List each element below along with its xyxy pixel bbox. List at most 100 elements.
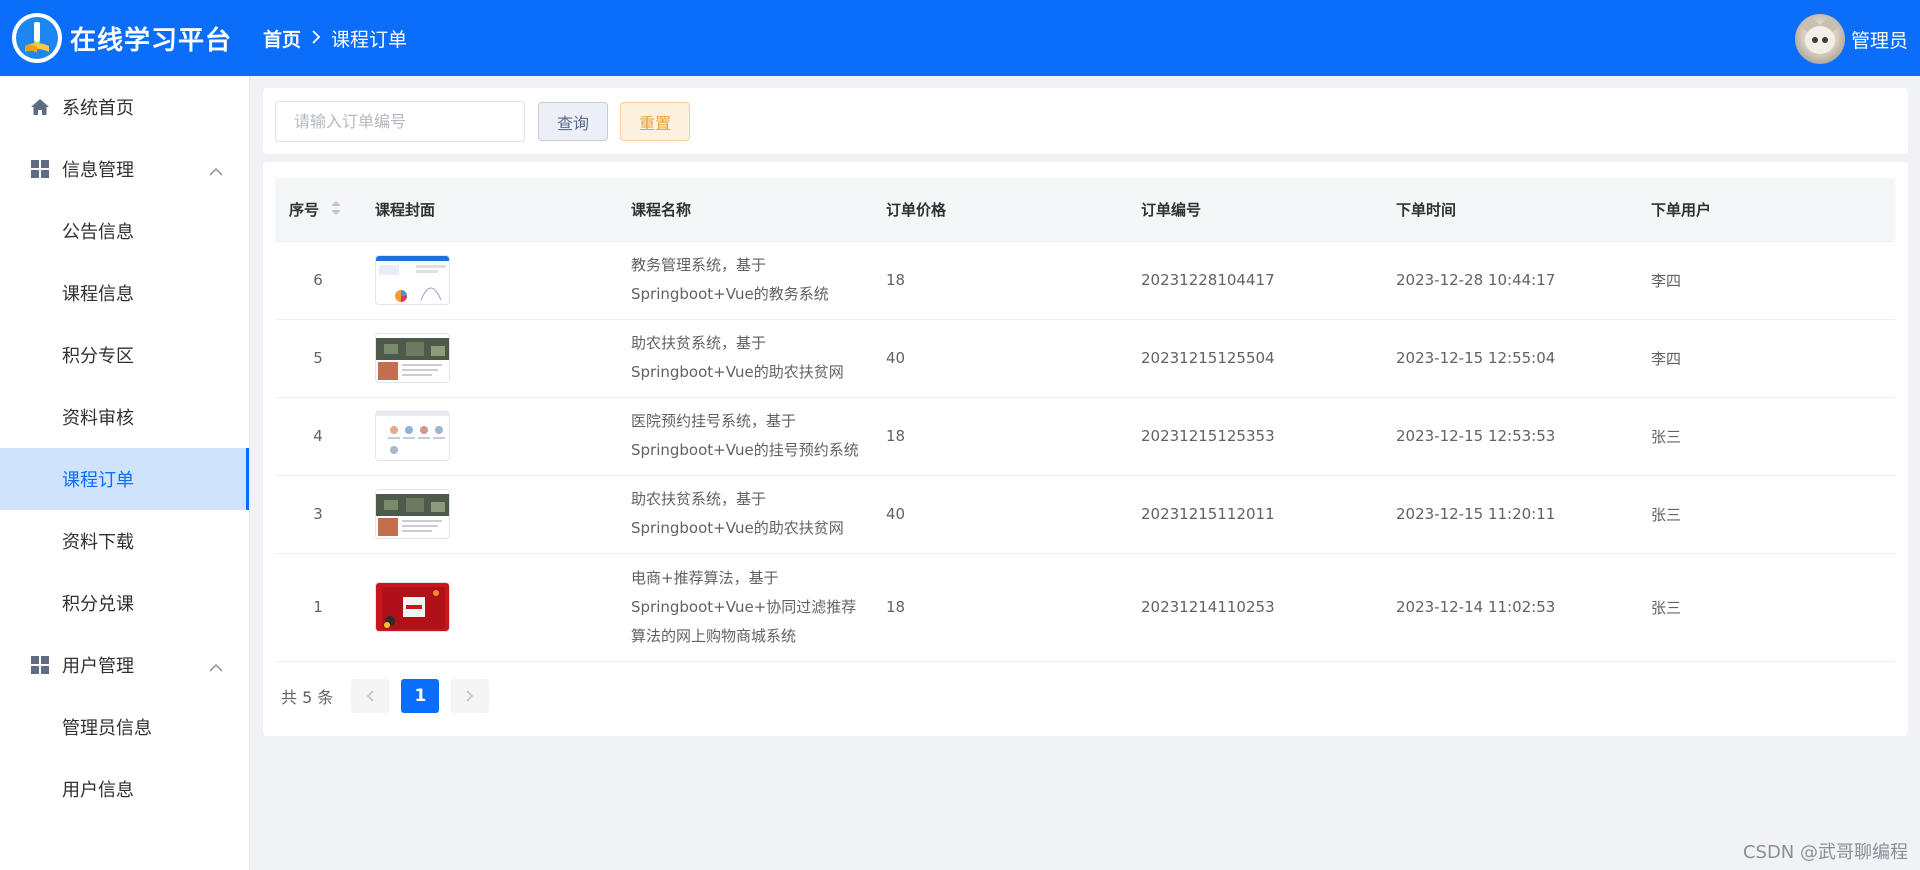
home-icon [30,97,50,117]
query-button[interactable]: 查询 [538,102,608,141]
course-name: 助农扶贫系统，基于Springboot+Vue的助农扶贫网 [617,319,872,398]
sidebar-item-label: 资料下载 [62,532,134,553]
sidebar-item-points[interactable]: 积分专区 [0,324,249,386]
column-header-cover: 课程封面 [361,178,617,242]
logo-icon [12,13,62,63]
order-price: 40 [872,319,1127,398]
order-price: 40 [872,475,1127,554]
breadcrumb: 首页 课程订单 [263,25,407,52]
table-row: 1 电商+推荐算法，基于Springboot+Vue+协同过滤推荐算法的网上购物… [275,553,1895,662]
order-user: 李四 [1637,241,1895,320]
search-bar: 查询 重置 [263,88,1908,154]
brand-title: 在线学习平台 [70,25,233,56]
order-time: 2023-12-28 10:44:17 [1382,241,1637,320]
course-cover-image[interactable] [375,489,450,539]
course-name: 助农扶贫系统，基于Springboot+Vue的助农扶贫网 [617,475,872,554]
order-number: 20231214110253 [1127,553,1382,662]
sidebar-item-label: 公告信息 [62,222,134,243]
user-menu[interactable]: 管理员 [1794,14,1908,64]
page-number-button[interactable]: 1 [401,679,440,713]
watermark: CSDN @武哥聊编程 [1742,842,1908,863]
order-time: 2023-12-15 12:53:53 [1382,397,1637,476]
column-header-order-no: 订单编号 [1127,178,1382,242]
grid-icon [30,655,50,675]
breadcrumb-current: 课程订单 [331,28,408,51]
course-cover-image[interactable] [375,582,450,632]
avatar[interactable] [1794,14,1845,64]
row-index: 3 [275,475,361,554]
column-header-name: 课程名称 [617,178,872,242]
sidebar-item-course-orders[interactable]: 课程订单 [0,448,249,510]
order-number: 20231228104417 [1127,241,1382,320]
order-price: 18 [872,553,1127,662]
breadcrumb-home[interactable]: 首页 [263,25,301,52]
orders-table: 序号 课程封面 课程名称 订单价格 订单编号 下单时间 下单用户 6 教务管理系… [275,178,1895,662]
sidebar: 系统首页 信息管理 公告信息 课程信息 积分专区 资料审核 课程订单 资料下载 … [0,76,250,870]
row-index: 5 [275,319,361,398]
prev-page-button[interactable] [351,679,390,713]
sidebar-item-home[interactable]: 系统首页 [0,76,249,138]
course-cover-image[interactable] [375,333,450,383]
sidebar-item-notice[interactable]: 公告信息 [0,200,249,262]
order-user: 张三 [1637,397,1895,476]
sort-icon[interactable] [330,200,342,220]
total-count: 共 5 条 [281,688,334,707]
order-user: 张三 [1637,553,1895,662]
column-header-price: 订单价格 [872,178,1127,242]
sidebar-item-admin-info[interactable]: 管理员信息 [0,696,249,758]
sidebar-item-review[interactable]: 资料审核 [0,386,249,448]
order-number: 20231215125353 [1127,397,1382,476]
logo-area[interactable]: 在线学习平台 [0,13,250,63]
order-time: 2023-12-15 12:55:04 [1382,319,1637,398]
sidebar-item-redeem[interactable]: 积分兑课 [0,572,249,634]
table-row: 6 教务管理系统，基于Springboot+Vue的教务系统 18 202312… [275,241,1895,320]
chevron-right-icon [466,686,474,707]
sidebar-item-label: 系统首页 [62,98,134,119]
row-index: 4 [275,397,361,476]
column-header-user: 下单用户 [1637,178,1895,242]
table-row: 4 医院预约挂号系统，基于Springboot+Vue的挂号预约系统 18 20… [275,397,1895,476]
order-number: 20231215125504 [1127,319,1382,398]
order-time: 2023-12-15 11:20:11 [1382,475,1637,554]
grid-icon [30,159,50,179]
course-name: 电商+推荐算法，基于Springboot+Vue+协同过滤推荐算法的网上购物商城… [617,553,872,662]
top-header: 在线学习平台 首页 课程订单 管理员 [0,0,1920,76]
sidebar-group-info[interactable]: 信息管理 [0,138,249,200]
sidebar-item-label: 课程信息 [62,284,134,305]
next-page-button[interactable] [451,679,490,713]
sidebar-item-label: 用户管理 [62,656,134,677]
table-header-row: 序号 课程封面 课程名称 订单价格 订单编号 下单时间 下单用户 [275,178,1895,242]
chevron-up-icon [209,656,223,677]
sidebar-group-users[interactable]: 用户管理 [0,634,249,696]
order-time: 2023-12-14 11:02:53 [1382,553,1637,662]
course-name: 教务管理系统，基于Springboot+Vue的教务系统 [617,241,872,320]
order-user: 张三 [1637,475,1895,554]
reset-button[interactable]: 重置 [620,102,690,141]
sidebar-item-download[interactable]: 资料下载 [0,510,249,572]
sidebar-item-label: 资料审核 [62,408,134,429]
course-cover-image[interactable] [375,255,450,305]
sidebar-item-label: 课程订单 [62,470,134,491]
chevron-left-icon [366,686,374,707]
sidebar-item-user-info[interactable]: 用户信息 [0,758,249,820]
order-price: 18 [872,397,1127,476]
orders-table-card: 序号 课程封面 课程名称 订单价格 订单编号 下单时间 下单用户 6 教务管理系… [263,162,1908,736]
sidebar-item-label: 管理员信息 [62,718,152,739]
order-number: 20231215112011 [1127,475,1382,554]
chevron-right-icon [311,28,321,49]
sidebar-item-label: 积分兑课 [62,594,134,615]
order-number-input[interactable] [275,101,525,142]
table-row: 3 助农扶贫系统，基于Springboot+Vue的助农扶贫网 40 20231… [275,475,1895,554]
chevron-up-icon [209,160,223,181]
course-name: 医院预约挂号系统，基于Springboot+Vue的挂号预约系统 [617,397,872,476]
column-header-index[interactable]: 序号 [275,178,361,242]
row-index: 6 [275,241,361,320]
sidebar-item-label: 用户信息 [62,780,134,801]
sidebar-item-label: 积分专区 [62,346,134,367]
pagination: 共 5 条 1 [281,679,501,713]
order-user: 李四 [1637,319,1895,398]
order-price: 18 [872,241,1127,320]
sidebar-item-course[interactable]: 课程信息 [0,262,249,324]
user-name[interactable]: 管理员 [1851,26,1908,53]
course-cover-image[interactable] [375,411,450,461]
